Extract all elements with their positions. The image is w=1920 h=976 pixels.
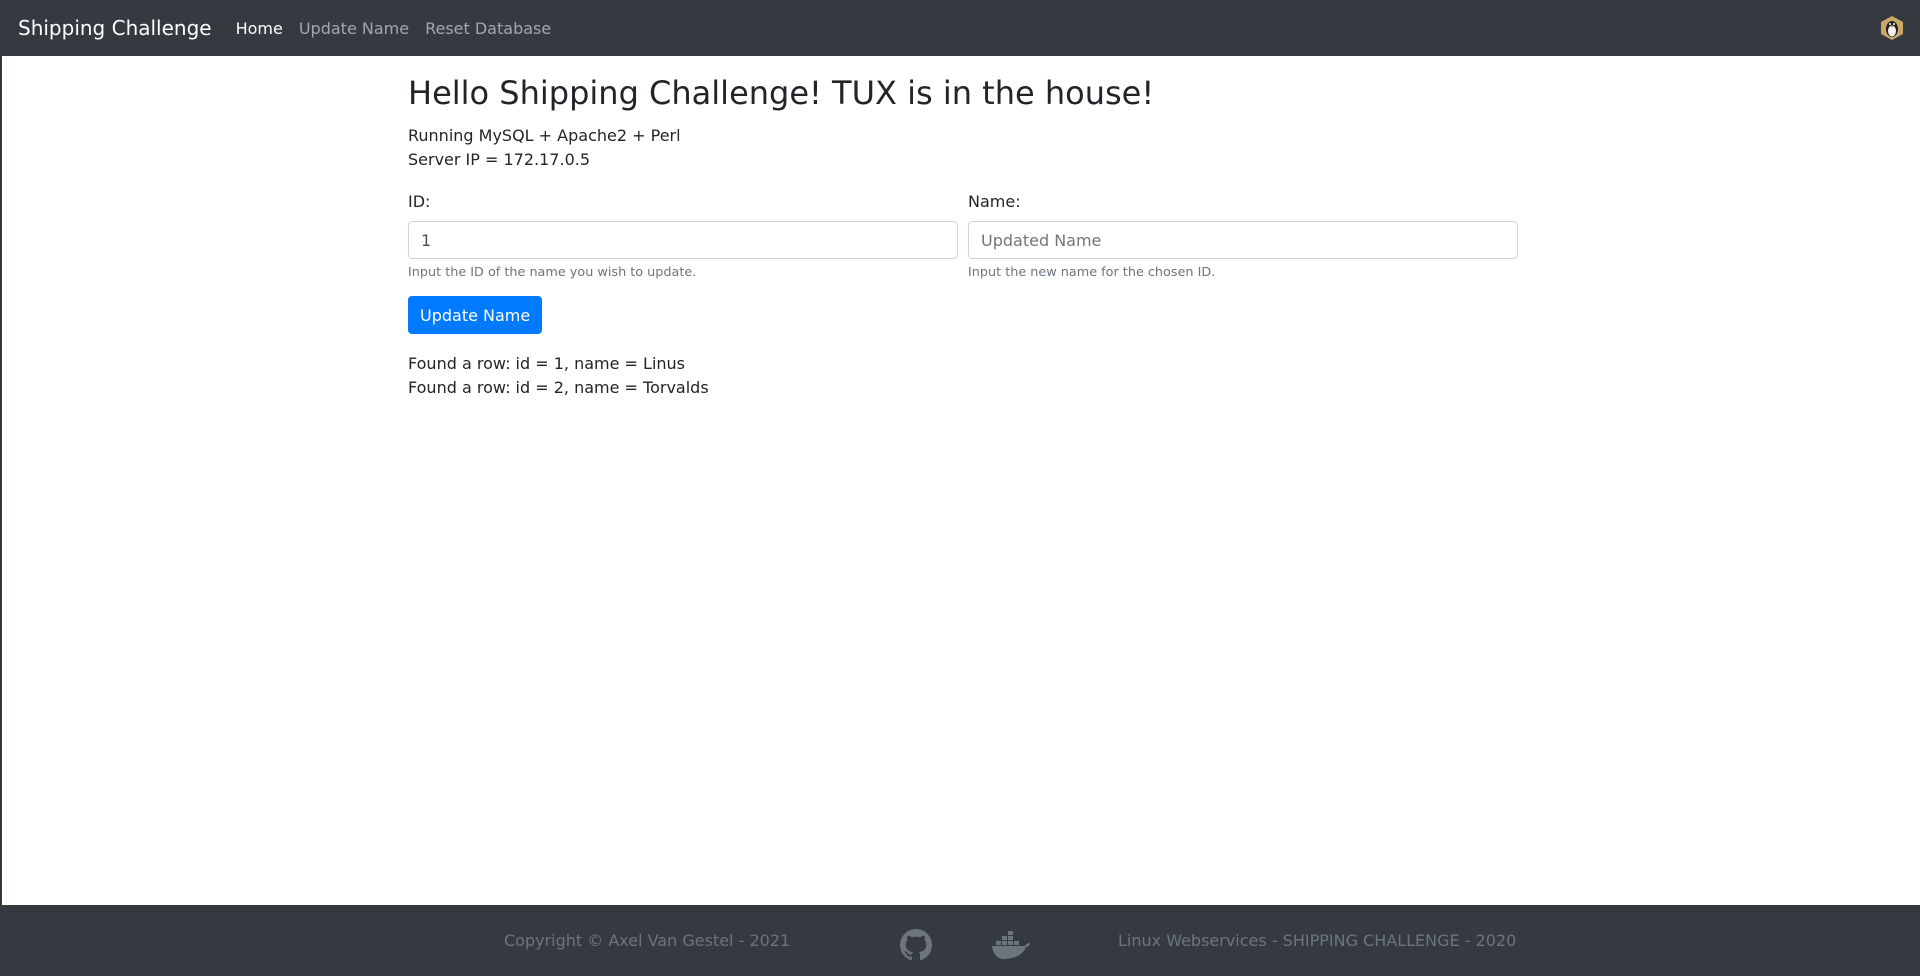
nav-reset-database[interactable]: Reset Database [425, 19, 551, 38]
server-info: Running MySQL + Apache2 + Perl Server IP… [408, 124, 1518, 172]
nav-update-name[interactable]: Update Name [299, 19, 409, 38]
id-input[interactable] [408, 221, 958, 260]
copyright-text: Copyright © Axel Van Gestel - 2021 [504, 931, 791, 950]
name-group: Name: Input the new name for the chosen … [968, 192, 1518, 280]
id-label: ID: [408, 192, 431, 212]
id-group: ID: Input the ID of the name you wish to… [408, 192, 958, 280]
name-help: Input the new name for the chosen ID. [968, 265, 1216, 281]
navbar: Shipping Challenge Home Update Name Rese… [2, 0, 1920, 56]
brand-link[interactable]: Shipping Challenge [18, 16, 212, 40]
name-input[interactable] [968, 221, 1518, 260]
navbar-right [1878, 14, 1906, 42]
tux-icon[interactable] [1878, 14, 1906, 42]
form-row: ID: Input the ID of the name you wish to… [408, 192, 1518, 280]
docker-icon[interactable] [990, 929, 1032, 961]
footer: Copyright © Axel Van Gestel - 2021 Linux… [2, 905, 1920, 976]
update-name-button[interactable]: Update Name [408, 296, 543, 335]
page-title: Hello Shipping Challenge! TUX is in the … [408, 74, 1155, 112]
main-content: Hello Shipping Challenge! TUX is in the … [408, 56, 1518, 400]
stack-line: Running MySQL + Apache2 + Perl [408, 126, 681, 146]
result-row: Found a row: id = 1, name = Linus [408, 354, 685, 374]
nav-home[interactable]: Home [236, 19, 283, 38]
footer-right-text: Linux Webservices - SHIPPING CHALLENGE -… [1118, 931, 1517, 950]
github-icon[interactable] [900, 929, 932, 961]
server-ip-line: Server IP = 172.17.0.5 [408, 150, 591, 170]
update-form: ID: Input the ID of the name you wish to… [408, 192, 1518, 335]
result-row: Found a row: id = 2, name = Torvalds [408, 378, 709, 398]
result-rows: Found a row: id = 1, name = Linus Found … [408, 352, 1518, 400]
name-label: Name: [968, 192, 1021, 212]
id-help: Input the ID of the name you wish to upd… [408, 265, 697, 281]
